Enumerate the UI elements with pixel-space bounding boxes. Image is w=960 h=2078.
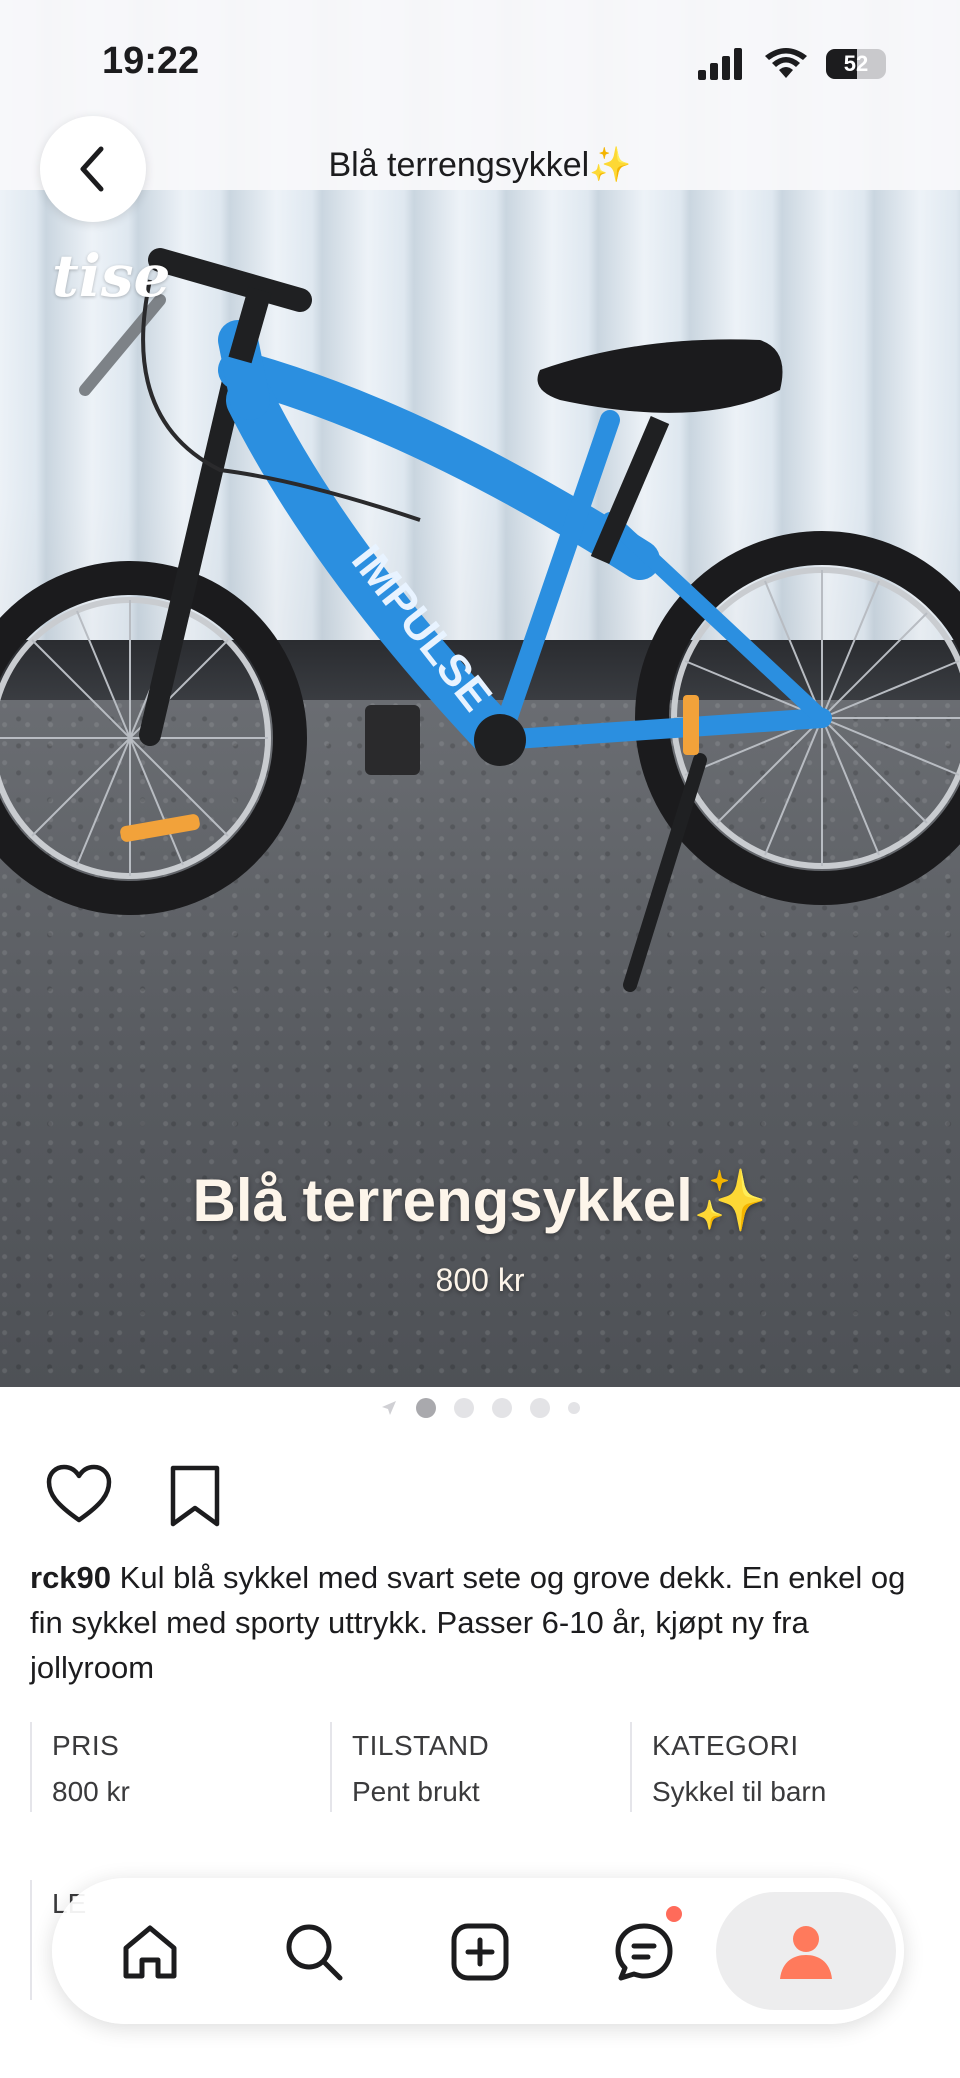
- detail-condition: TILSTAND Pent brukt: [330, 1722, 630, 1812]
- tab-profile[interactable]: [716, 1892, 896, 2010]
- chat-icon: [615, 1923, 673, 1981]
- detail-value: Sykkel til barn: [652, 1776, 827, 1807]
- tise-logo: tise: [52, 242, 171, 310]
- location-arrow-icon: [382, 1401, 396, 1415]
- detail-label: PRIS: [52, 1730, 120, 1761]
- tab-search[interactable]: [266, 1904, 362, 2000]
- plus-square-icon: [451, 1923, 509, 1981]
- pager-dot-3[interactable]: [492, 1398, 512, 1418]
- photo-overlay-title: Blå terrengsykkel✨: [192, 1167, 768, 1234]
- wifi-icon: [765, 48, 807, 78]
- cellular-signal-icon: [698, 48, 742, 80]
- pager-dot-5[interactable]: [568, 1402, 580, 1414]
- battery-level: 52: [843, 51, 869, 76]
- notification-dot: [666, 1906, 682, 1922]
- photo-pager: [0, 1396, 960, 1420]
- post-actions: [46, 1464, 222, 1528]
- listing-details: PRIS 800 kr TILSTAND Pent brukt KATEGORI…: [30, 1722, 930, 1812]
- tab-create[interactable]: [432, 1904, 528, 2000]
- profile-icon: [780, 1926, 832, 1979]
- bookmark-outline-icon[interactable]: [168, 1464, 222, 1528]
- tab-messages[interactable]: [596, 1904, 692, 2000]
- detail-value: Pent brukt: [352, 1776, 480, 1807]
- detail-label: TILSTAND: [352, 1730, 490, 1761]
- status-icons: 52: [698, 46, 886, 82]
- heart-outline-icon[interactable]: [46, 1464, 112, 1524]
- page-title: Blå terrengsykkel✨: [328, 146, 632, 184]
- detail-label: KATEGORI: [652, 1730, 799, 1761]
- detail-category[interactable]: KATEGORI Sykkel til barn: [630, 1722, 930, 1812]
- bottom-tab-bar: [52, 1878, 904, 2024]
- pager-dot-4[interactable]: [530, 1398, 550, 1418]
- chevron-left-icon: [80, 146, 104, 192]
- svg-text:IMPULSE: IMPULSE: [342, 536, 501, 720]
- listing-description: Kul blå sykkel med svart sete og grove d…: [30, 1560, 906, 1685]
- home-icon: [123, 1925, 177, 1979]
- battery-icon: 52: [826, 49, 886, 79]
- seller-username[interactable]: rck90: [30, 1560, 111, 1595]
- listing-photo[interactable]: IMPULSE tise Blå terrengsykkel✨ 800 kr: [0, 0, 960, 1387]
- photo-overlay-price: 800 kr: [435, 1262, 525, 1298]
- status-time: 19:22: [102, 40, 200, 82]
- pager-dot-2[interactable]: [454, 1398, 474, 1418]
- listing-caption: rck90 Kul blå sykkel med svart sete og g…: [30, 1555, 930, 1690]
- detail-value: 800 kr: [52, 1776, 130, 1807]
- search-icon: [286, 1924, 343, 1981]
- detail-price: PRIS 800 kr: [30, 1722, 330, 1812]
- pager-dot-1[interactable]: [416, 1398, 436, 1418]
- back-button[interactable]: [40, 116, 146, 222]
- tab-home[interactable]: [102, 1904, 198, 2000]
